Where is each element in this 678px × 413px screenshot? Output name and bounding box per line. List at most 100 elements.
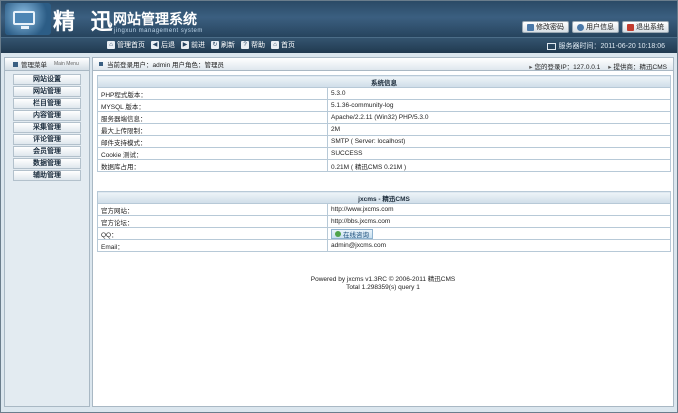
table-row: 最大上传限制： 2M (97, 123, 671, 136)
user-info-label: 用户信息 (586, 24, 614, 31)
help-icon: ? (241, 41, 249, 49)
provider: ▸ 提供商：精迅CMS (608, 61, 667, 71)
header: 精 迅 网站管理系统 jingxun management system 修改密… (1, 1, 677, 37)
table-row: Cookie 测试： SUCCESS (97, 147, 671, 160)
qq-status-icon (335, 230, 341, 237)
monitor-stand (21, 26, 29, 29)
sidebar-header: 管理菜单 Main Menu (5, 58, 89, 71)
nav-admin-home-label: 管理首页 (117, 42, 145, 49)
provider-text: 提供商：精迅CMS (613, 64, 667, 71)
sidebar-title-en: Main Menu (54, 61, 79, 67)
table-row: MYSQL 版本： 5.1.36-community-log (97, 99, 671, 112)
row-label: 最大上传限制： (97, 123, 328, 136)
qq-cell: 在线咨询 (327, 227, 671, 240)
logout-button[interactable]: 退出系统 (622, 21, 669, 33)
header-buttons: 修改密码 用户信息 退出系统 (522, 21, 669, 33)
logo (5, 3, 51, 35)
official-forum-link[interactable]: http://bbs.jxcms.com (327, 215, 671, 228)
forward-arrow-icon: ▶ (181, 41, 189, 49)
table-row: 数据库占用： 0.21M ( 精迅CMS 0.21M ) (97, 159, 671, 172)
brand-name: 精 迅 (53, 10, 117, 35)
edit-icon (527, 23, 534, 31)
home-icon: ⌂ (107, 41, 115, 49)
table-row: QQ： 在线咨询 (97, 227, 671, 240)
sidebar-item-member-management[interactable]: 会员管理 (13, 146, 81, 157)
change-password-label: 修改密码 (536, 24, 564, 31)
row-value: 2M (327, 123, 671, 136)
row-value: Apache/2.2.11 (Win32) PHP/5.3.0 (327, 111, 671, 124)
table-row: 邮件支持模式： SMTP ( Server: localhost) (97, 135, 671, 148)
nav-refresh-label: 刷新 (221, 42, 235, 49)
last-login-ip: ▸ 您的登录IP：127.0.0.1 (529, 61, 600, 71)
app-frame: 精 迅 网站管理系统 jingxun management system 修改密… (0, 0, 678, 413)
nav-items: ⌂ 管理首页 ◀ 后退 ▶ 前进 ↻ 刷新 ? 帮助 ⌂ 首页 (107, 40, 295, 50)
sidebar-item-collection-management[interactable]: 采集管理 (13, 122, 81, 133)
row-label: PHP程式版本： (97, 87, 328, 100)
main-panel: 当前登录用户：admin 用户角色：管理员 ▸ 您的登录IP：127.0.0.1 … (92, 57, 674, 407)
exit-icon (627, 23, 634, 31)
system-info-table: 系统信息 PHP程式版本： 5.3.0 MYSQL 版本： 5.1.36-commu… (97, 75, 671, 172)
main-topbar: 当前登录用户：admin 用户角色：管理员 ▸ 您的登录IP：127.0.0.1 … (93, 58, 673, 71)
footer-query-stats: Total 1.298359(s) query 1 (346, 284, 420, 291)
nav-bar: ⌂ 管理首页 ◀ 后退 ▶ 前进 ↻ 刷新 ? 帮助 ⌂ 首页 服务器时间：20… (1, 37, 677, 53)
user-info-button[interactable]: 用户信息 (572, 21, 619, 33)
row-value: SMTP ( Server: localhost) (327, 135, 671, 148)
qq-button-label: 在线咨询 (343, 231, 369, 239)
sidebar-item-auxiliary-management[interactable]: 辅助管理 (13, 170, 81, 181)
user-icon (577, 23, 584, 31)
system-info-title: 系统信息 (97, 75, 671, 88)
back-arrow-icon: ◀ (151, 41, 159, 49)
app-subtitle: jingxun management system (114, 28, 203, 34)
last-login-ip-text: 您的登录IP：127.0.0.1 (534, 64, 601, 71)
cms-info-table: jxcms - 精迅CMS 官方网站： http://www.jxcms.com … (97, 191, 671, 252)
section-header: 系统信息 (97, 75, 671, 88)
row-label: 数据库占用： (97, 159, 328, 172)
email-link[interactable]: admin@jxcms.com (327, 239, 671, 252)
nav-back-label: 后退 (161, 42, 175, 49)
nav-refresh[interactable]: ↻ 刷新 (211, 40, 235, 50)
row-label: 邮件支持模式： (97, 135, 328, 148)
row-value: 5.1.36-community-log (327, 99, 671, 112)
refresh-icon: ↻ (211, 41, 219, 49)
sidebar-item-comment-management[interactable]: 评论管理 (13, 134, 81, 145)
menu-icon (13, 61, 18, 67)
server-time-text: 服务器时间：2011-06-20 10:18:06 (558, 43, 665, 50)
nav-homepage-label: 首页 (281, 42, 295, 49)
official-site-link[interactable]: http://www.jxcms.com (327, 203, 671, 216)
sidebar-item-column-management[interactable]: 栏目管理 (13, 98, 81, 109)
row-label: Email： (97, 239, 328, 252)
nav-back[interactable]: ◀ 后退 (151, 40, 175, 50)
nav-homepage[interactable]: ⌂ 首页 (271, 40, 295, 50)
sidebar: 管理菜单 Main Menu 网站设置 网站管理 栏目管理 内容管理 采集管理 … (4, 57, 90, 407)
sidebar-menu: 网站设置 网站管理 栏目管理 内容管理 采集管理 评论管理 会员管理 数据管理 … (5, 71, 89, 181)
footer-powered-by: Powered by jxcms v1.3RC © 2006-2011 精迅CM… (310, 276, 456, 283)
row-value: 5.3.0 (327, 87, 671, 100)
nav-help[interactable]: ? 帮助 (241, 40, 265, 50)
row-label: Cookie 测试： (97, 147, 328, 160)
nav-admin-home[interactable]: ⌂ 管理首页 (107, 40, 145, 50)
sidebar-item-content-management[interactable]: 内容管理 (13, 110, 81, 121)
nav-forward[interactable]: ▶ 前进 (181, 40, 205, 50)
arrow-icon: ▸ (608, 64, 612, 71)
row-label: MYSQL 版本： (97, 99, 328, 112)
section-header: jxcms - 精迅CMS (97, 191, 671, 204)
monitor-icon (13, 11, 35, 25)
change-password-button[interactable]: 修改密码 (522, 21, 569, 33)
sidebar-item-site-settings[interactable]: 网站设置 (13, 74, 81, 85)
arrow-icon: ▸ (529, 64, 533, 71)
current-user: 当前登录用户：admin 用户角色：管理员 (107, 62, 225, 69)
table-row: 官方论坛： http://bbs.jxcms.com (97, 215, 671, 228)
table-row: 官方网站： http://www.jxcms.com (97, 203, 671, 216)
monitor-icon (546, 42, 556, 50)
row-label: 官方网站： (97, 203, 328, 216)
table-row: PHP程式版本： 5.3.0 (97, 87, 671, 100)
app-title: 网站管理系统 (113, 12, 197, 28)
table-row: Email： admin@jxcms.com (97, 239, 671, 252)
qq-online-consult-button[interactable]: 在线咨询 (331, 228, 373, 239)
sidebar-title: 管理菜单 (21, 62, 47, 69)
homepage-icon: ⌂ (271, 41, 279, 49)
row-label: 服务器端信息： (97, 111, 328, 124)
row-label: 官方论坛： (97, 215, 328, 228)
sidebar-item-site-management[interactable]: 网站管理 (13, 86, 81, 97)
sidebar-item-data-management[interactable]: 数据管理 (13, 158, 81, 169)
